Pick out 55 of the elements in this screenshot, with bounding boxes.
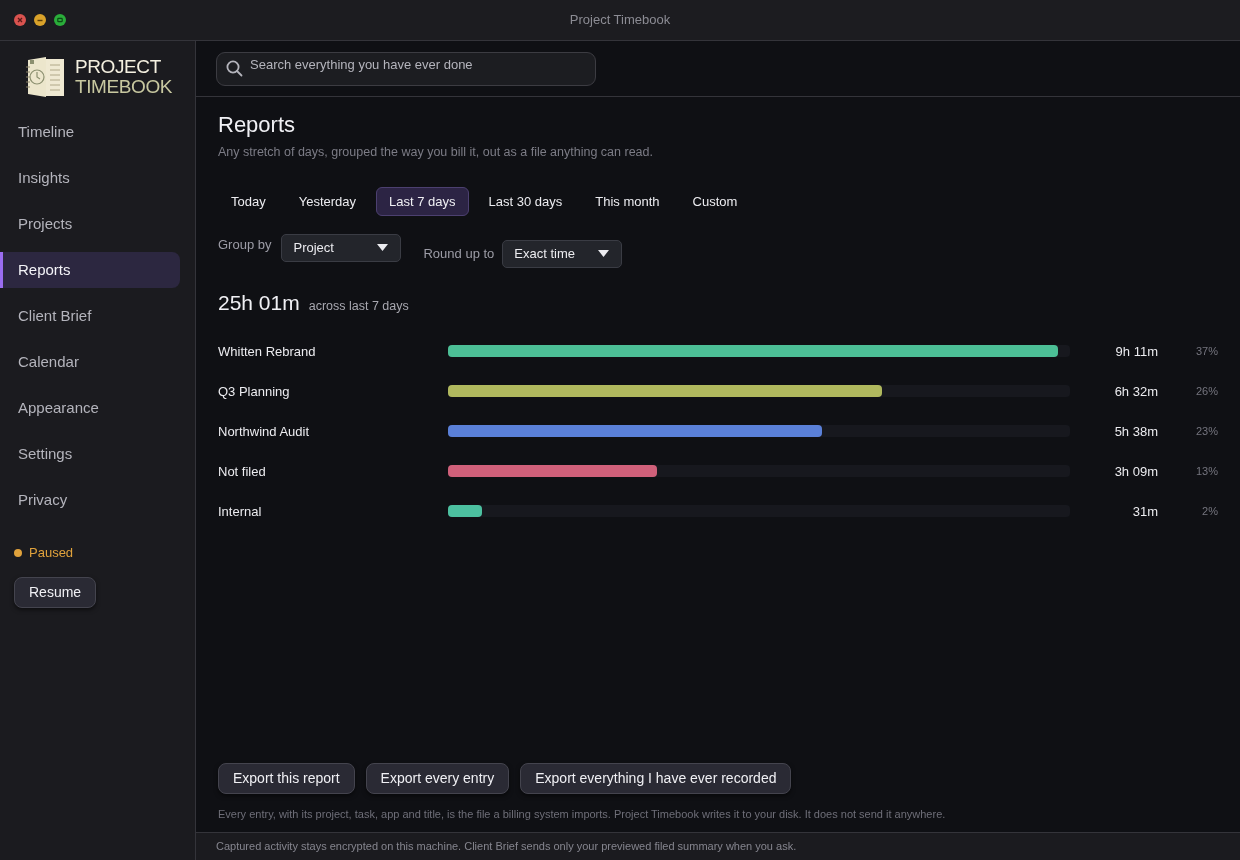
nav-item[interactable]: Settings: [0, 436, 180, 472]
nav-item[interactable]: Insights: [0, 160, 180, 196]
page-title: Reports: [218, 111, 297, 139]
project-name: Whitten Rebrand: [218, 342, 317, 361]
range-tab[interactable]: Last 30 days: [475, 186, 576, 216]
search-field[interactable]: Search everything you have ever done: [216, 52, 596, 86]
share-percent: 2%: [1202, 504, 1218, 519]
duration-text: 5h 38m: [1114, 422, 1158, 441]
filter-label: Round up to: [423, 245, 495, 263]
duration-text: 31m: [1132, 502, 1158, 521]
nav-item[interactable]: Timeline: [0, 114, 180, 150]
export-button[interactable]: Export every entry: [365, 762, 510, 794]
range-tab[interactable]: This month: [582, 186, 673, 216]
total-caption: across last 7 days: [308, 297, 409, 315]
duration-text: 6h 32m: [1114, 382, 1158, 401]
export-button[interactable]: Export this report: [218, 762, 355, 794]
share-percent: 37%: [1195, 344, 1218, 359]
export-note: Every entry, with its project, task, app and title, is the file a billing system imports. Project Timebook writes it to your disk. It does not send it anywhere.: [218, 806, 947, 822]
project-name: Q3 Planning: [218, 382, 291, 401]
share-percent: 13%: [1195, 464, 1218, 479]
caret-icon: [377, 244, 389, 252]
share-percent: 26%: [1195, 384, 1218, 399]
share-percent: 23%: [1195, 424, 1218, 439]
logo-text: TIMEBOOK: [75, 77, 173, 97]
window-title: Project Timebook: [569, 11, 671, 30]
export-button[interactable]: Export everything I have ever recorded: [520, 762, 792, 794]
range-tab[interactable]: Yesterday: [285, 186, 370, 216]
duration-text: 3h 09m: [1114, 462, 1158, 481]
status-label: Paused: [29, 544, 74, 562]
range-tab[interactable]: Today: [218, 186, 279, 216]
status-bar-text: Captured activity stays encrypted on this machine. Client Brief sends only your previewed filed summary when you ask.: [216, 839, 797, 855]
total-duration: 25h 01m: [218, 289, 300, 316]
project-name: Northwind Audit: [218, 422, 311, 441]
caret-icon: [598, 250, 610, 258]
search-icon: [226, 59, 243, 77]
project-name: Not filed: [218, 462, 267, 481]
close-icon[interactable]: [14, 14, 26, 26]
nav-item[interactable]: Projects: [0, 206, 180, 242]
dropdown[interactable]: Exact time: [502, 239, 623, 268]
maximize-icon[interactable]: [54, 14, 66, 26]
nav-item[interactable]: Calendar: [0, 344, 180, 380]
range-tab[interactable]: Last 7 days: [376, 186, 469, 216]
page-subtitle: Any stretch of days, grouped the way you bill it, out as a file anything can read.: [218, 144, 654, 161]
minimize-icon[interactable]: [34, 14, 46, 26]
duration-text: 9h 11m: [1115, 342, 1158, 361]
logo-text: PROJECT: [75, 57, 162, 77]
project-name: Internal: [218, 502, 263, 521]
nav-item[interactable]: Appearance: [0, 390, 180, 426]
nav-item[interactable]: Client Brief: [0, 298, 180, 334]
range-tab[interactable]: Custom: [679, 186, 751, 216]
dropdown[interactable]: Project: [281, 233, 402, 262]
resume-button[interactable]: Resume: [14, 576, 97, 608]
filter-label: Group by: [218, 235, 272, 254]
nav-item[interactable]: Reports: [0, 252, 180, 288]
nav-item[interactable]: Privacy: [0, 482, 180, 518]
